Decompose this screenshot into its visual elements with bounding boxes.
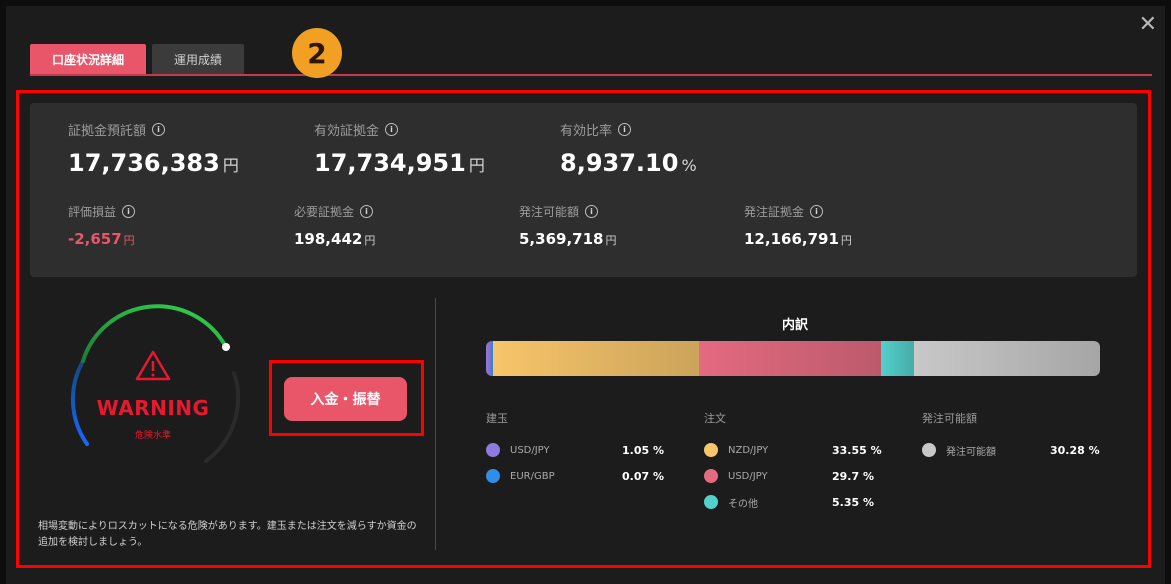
metric-unit: 円 <box>123 234 135 247</box>
breakdown-segment <box>493 341 700 376</box>
warning-label: WARNING <box>96 396 210 420</box>
tab-bar: 口座状況詳細 運用成績 <box>30 44 245 74</box>
metric-value: 5,369,718 <box>519 230 604 248</box>
risk-note: 相場変動によりロスカットになる危険があります。建玉または注文を減らすか資金の追加… <box>38 521 417 548</box>
breakdown-segment <box>699 341 882 376</box>
section-divider <box>435 298 436 550</box>
metric-required-margin: 必要証拠金 i 198,442 円 <box>294 203 375 248</box>
metric-unit: % <box>681 156 697 175</box>
metric-label: 有効比率 <box>560 124 613 139</box>
legend-name: その他 <box>728 498 758 510</box>
step-number-badge: 2 <box>292 28 342 78</box>
tab-performance[interactable]: 運用成績 <box>152 44 245 74</box>
metric-value: 17,736,383 <box>68 149 220 177</box>
metric-effective-margin: 有効証拠金 i 17,734,951 円 <box>314 120 485 177</box>
info-icon[interactable]: i <box>152 123 166 136</box>
legend-value: 1.05 % <box>622 443 664 457</box>
info-icon[interactable]: i <box>618 123 632 136</box>
metric-label: 証拠金預託額 <box>68 124 147 139</box>
legend-value: 5.35 % <box>832 495 874 509</box>
metric-unit: 円 <box>222 156 239 175</box>
gauge-indicator <box>222 343 230 351</box>
metric-value: 12,166,791 <box>744 230 839 248</box>
metric-unit: 円 <box>840 234 852 247</box>
metric-orderable-amount: 発注可能額 i 5,369,718 円 <box>519 203 616 248</box>
info-icon[interactable]: i <box>122 205 136 218</box>
deposit-transfer-button[interactable]: 入金・振替 <box>284 377 407 421</box>
breakdown-segment <box>914 341 1100 376</box>
legend-group-title: 発注可能額 <box>922 412 977 425</box>
metric-value: 8,937.10 <box>560 149 679 177</box>
legend-value: 30.28 % <box>1050 443 1100 457</box>
legend-swatch <box>486 443 500 457</box>
info-icon[interactable]: i <box>810 205 824 218</box>
legend-swatch <box>922 443 936 457</box>
legend-value: 33.55 % <box>832 443 882 457</box>
legend-item: その他 5.35 % <box>704 494 874 510</box>
legend-item: EUR/GBP 0.07 % <box>486 468 664 484</box>
legend-swatch <box>486 469 500 483</box>
tab-account-details[interactable]: 口座状況詳細 <box>30 44 147 74</box>
legend-swatch <box>704 469 718 483</box>
legend-item: USD/JPY 29.7 % <box>704 468 874 484</box>
legend-item: NZD/JPY 33.55 % <box>704 442 882 458</box>
legend-item: 発注可能額 30.28 % <box>922 442 1100 458</box>
info-icon[interactable]: i <box>585 205 599 218</box>
close-icon[interactable]: ✕ <box>1139 14 1157 36</box>
info-icon[interactable]: i <box>360 205 374 218</box>
warning-sublabel: 危険水準 <box>134 431 171 441</box>
breakdown-segment <box>881 341 915 376</box>
legend-swatch <box>704 443 718 457</box>
metric-order-margin: 発注証拠金 i 12,166,791 円 <box>744 203 852 248</box>
account-summary-panel: 証拠金預託額 i 17,736,383 円 有効証拠金 i 17,734,951 円 有… <box>30 103 1137 277</box>
metric-unit: 円 <box>364 234 376 247</box>
legend-name: USD/JPY <box>728 470 768 482</box>
metric-unrealized-pl: 評価損益 i -2,657 円 <box>68 203 136 248</box>
legend-name: NZD/JPY <box>728 444 769 456</box>
metric-value: -2,657 <box>68 230 122 248</box>
legend-group-title: 建玉 <box>486 412 508 425</box>
metric-deposit: 証拠金預託額 i 17,736,383 円 <box>68 120 239 177</box>
legend-value: 29.7 % <box>832 469 874 483</box>
legend-name: USD/JPY <box>510 444 550 456</box>
tab-underline <box>30 74 1152 76</box>
metric-unit: 円 <box>468 156 485 175</box>
metric-label: 有効証拠金 <box>314 124 380 139</box>
legend-name: 発注可能額 <box>946 446 996 458</box>
metric-value: 17,734,951 <box>314 149 466 177</box>
breakdown-title: 内訳 <box>781 318 808 333</box>
warning-triangle-icon <box>135 350 171 381</box>
metric-label: 発注証拠金 <box>744 205 805 219</box>
legend-group-title: 注文 <box>704 412 726 425</box>
legend-item: USD/JPY 1.05 % <box>486 442 664 458</box>
metric-label: 評価損益 <box>68 205 117 219</box>
legend-swatch <box>704 495 718 509</box>
legend-name: EUR/GBP <box>510 470 555 482</box>
legend-value: 0.07 % <box>622 469 664 483</box>
info-icon[interactable]: i <box>385 123 399 136</box>
breakdown-bar <box>486 341 1100 376</box>
metric-label: 必要証拠金 <box>294 205 355 219</box>
metric-value: 198,442 <box>294 230 363 248</box>
margin-gauge <box>71 304 241 463</box>
metric-effective-ratio: 有効比率 i 8,937.10% <box>560 120 697 177</box>
metric-unit: 円 <box>605 234 617 247</box>
metric-label: 発注可能額 <box>519 205 580 219</box>
